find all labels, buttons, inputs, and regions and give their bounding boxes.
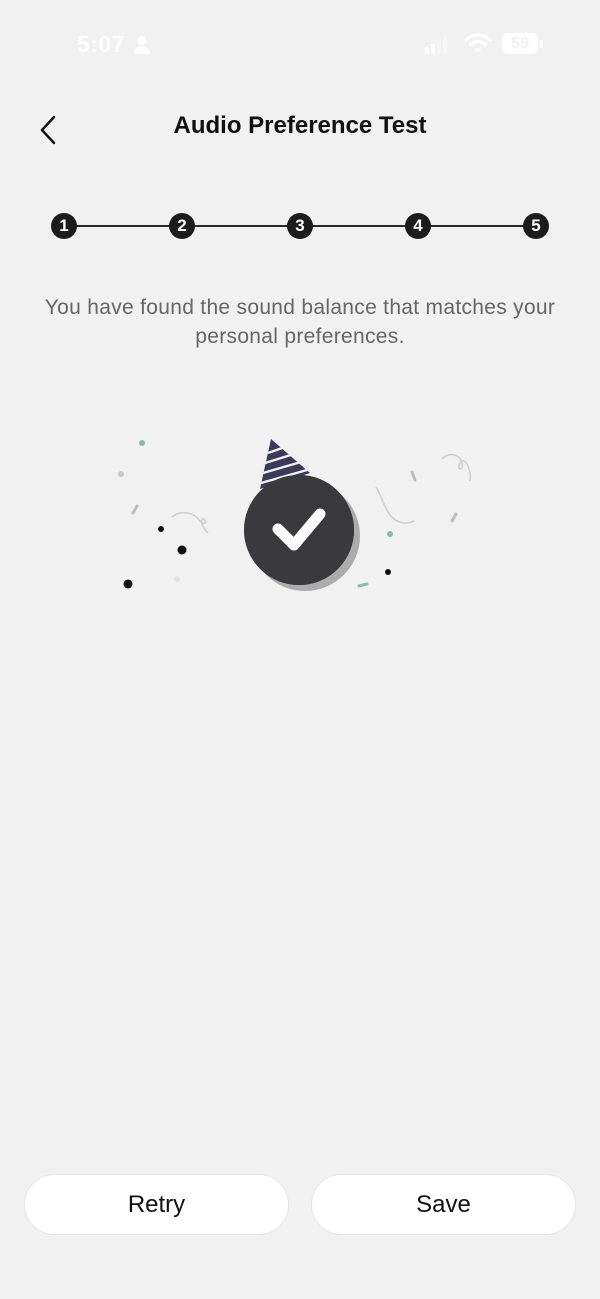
battery-level: 59 bbox=[511, 34, 529, 52]
person-icon bbox=[134, 36, 150, 54]
result-message: You have found the sound balance that ma… bbox=[44, 296, 556, 348]
retry-button[interactable]: Retry bbox=[24, 1174, 289, 1235]
confetti-dot bbox=[174, 576, 180, 582]
step-2: 2 bbox=[169, 213, 195, 239]
wifi-icon bbox=[464, 33, 492, 53]
confetti-dash bbox=[357, 582, 369, 588]
confetti-dash bbox=[131, 504, 139, 515]
step-3: 3 bbox=[287, 213, 313, 239]
confetti-dot bbox=[177, 545, 187, 555]
confetti-squiggle bbox=[375, 486, 415, 524]
confetti-squiggle bbox=[171, 511, 209, 534]
page-title: Audio Preference Test bbox=[173, 112, 427, 139]
battery-icon: 59 bbox=[502, 33, 544, 55]
confetti-dot bbox=[158, 526, 164, 532]
step-1: 1 bbox=[51, 213, 77, 239]
status-time: 5:07 bbox=[77, 31, 126, 57]
step-5: 5 bbox=[523, 213, 549, 239]
step-4: 4 bbox=[405, 213, 431, 239]
confetti-dot bbox=[118, 471, 124, 477]
progress-stepper: 1 2 3 4 5 bbox=[51, 213, 549, 239]
confetti-dash bbox=[410, 470, 417, 482]
confetti-dot bbox=[387, 531, 393, 537]
confetti-dot bbox=[385, 569, 391, 575]
party-checkmark-icon bbox=[118, 439, 472, 591]
signal-icon bbox=[425, 36, 447, 54]
confetti-dash bbox=[450, 512, 458, 523]
save-button[interactable]: Save bbox=[311, 1174, 576, 1235]
confetti-dot bbox=[139, 440, 145, 446]
confetti-dot bbox=[123, 579, 133, 589]
confetti-squiggle bbox=[441, 453, 472, 482]
status-bar: 5:07 59 bbox=[0, 0, 600, 90]
